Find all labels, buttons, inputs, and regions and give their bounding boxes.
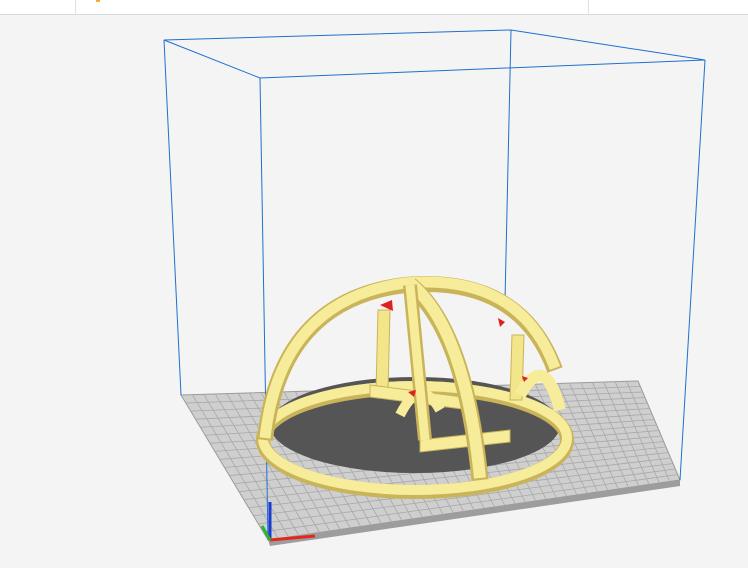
- toolbar-strip: [0, 0, 748, 15]
- toolbar-separator: [588, 0, 589, 14]
- toolbar-separator: [75, 0, 76, 14]
- 3d-viewport[interactable]: [0, 15, 748, 568]
- orange-indicator-icon: [96, 0, 100, 2]
- scene-canvas[interactable]: [0, 15, 748, 568]
